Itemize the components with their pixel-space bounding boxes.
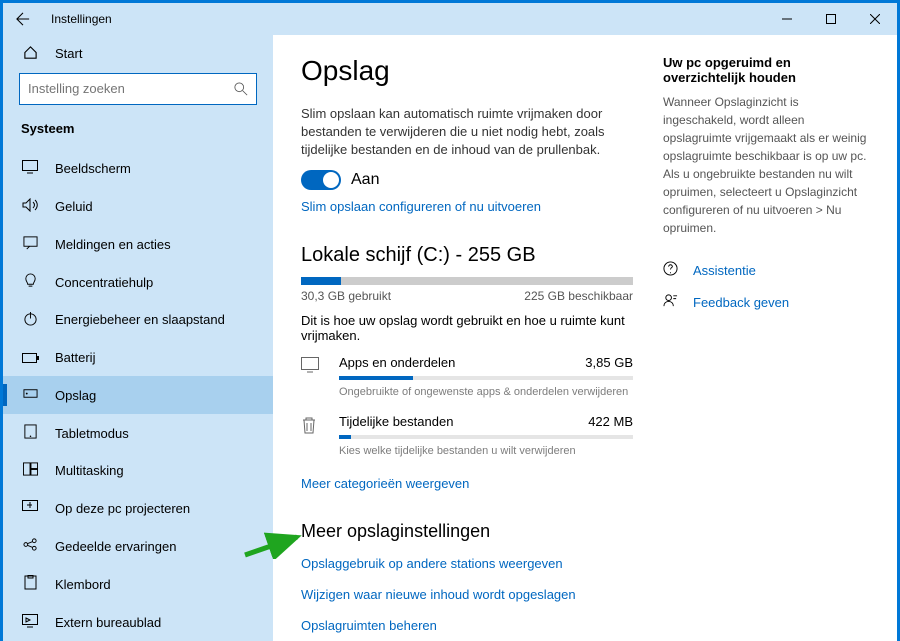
minimize-button[interactable] [765,3,809,35]
help-icon [663,261,681,279]
sidebar-section-header: Systeem [3,117,273,150]
storage-sense-toggle[interactable] [301,170,341,190]
remote-desktop-icon [21,614,39,631]
nav-label: Tabletmodus [55,426,129,441]
clipboard-icon [21,575,39,593]
help-link-label: Assistentie [693,263,756,278]
close-icon [870,14,880,24]
give-feedback-link[interactable]: Feedback geven [663,293,873,311]
link-manage-storage-spaces[interactable]: Opslagruimten beheren [301,618,633,633]
category-name: Tijdelijke bestanden [339,414,453,429]
link-storage-other-drives[interactable]: Opslaggebruik op andere stations weergev… [301,556,633,571]
category-subtext: Ongebruikte of ongewenste apps & onderde… [339,386,633,398]
feedback-link-label: Feedback geven [693,295,789,310]
category-temporary-files[interactable]: Tijdelijke bestanden 422 MB Kies welke t… [301,402,633,461]
window-title: Instellingen [51,12,112,26]
nav-label: Concentratiehulp [55,275,153,290]
maximize-icon [826,14,836,24]
multitasking-icon [21,462,39,479]
sidebar-item-remote-desktop[interactable]: Extern bureaublad [3,603,273,641]
sidebar-item-clipboard[interactable]: Klembord [3,565,273,603]
storage-icon [21,386,39,404]
configure-storage-sense-link[interactable]: Slim opslaan configureren of nu uitvoere… [301,199,541,214]
category-bar [339,376,633,380]
storage-sense-description: Slim opslaan kan automatisch ruimte vrij… [301,105,633,160]
sidebar-item-focus-assist[interactable]: Concentratiehulp [3,263,273,301]
main-content: Opslag Slim opslaan kan automatisch ruim… [273,35,897,641]
trash-icon [301,416,323,439]
apps-icon [301,357,323,378]
projecting-icon [21,500,39,517]
search-input[interactable] [28,81,234,96]
display-icon [21,160,39,177]
nav-label: Gedeelde ervaringen [55,539,176,554]
nav-label: Klembord [55,577,111,592]
sidebar-item-shared-experiences[interactable]: Gedeelde ervaringen [3,528,273,566]
aside-help: Uw pc opgeruimd en overzichtelijk houden… [663,55,873,611]
sidebar-home[interactable]: Start [3,35,273,73]
disk-free-label: 225 GB beschikbaar [524,289,633,303]
notifications-icon [21,235,39,253]
titlebar: Instellingen [3,3,897,35]
home-icon [21,45,39,63]
category-size: 3,85 GB [585,355,633,370]
category-name: Apps en onderdelen [339,355,455,370]
sidebar-home-label: Start [55,46,82,61]
more-storage-settings-heading: Meer opslaginstellingen [301,521,633,542]
sound-icon [21,198,39,215]
sidebar-item-tablet-mode[interactable]: Tabletmodus [3,414,273,452]
feedback-icon [663,293,681,311]
get-help-link[interactable]: Assistentie [663,261,873,279]
sidebar-item-storage[interactable]: Opslag [3,376,273,414]
power-icon [21,311,39,329]
sidebar-item-battery[interactable]: Batterij [3,339,273,377]
disk-used-label: 30,3 GB gebruikt [301,289,391,303]
usage-breakdown-description: Dit is hoe uw opslag wordt gebruikt en h… [301,313,633,343]
maximize-button[interactable] [809,3,853,35]
sidebar-item-projecting[interactable]: Op deze pc projecteren [3,490,273,528]
nav-label: Beeldscherm [55,161,131,176]
toggle-state-label: Aan [351,171,379,189]
category-apps[interactable]: Apps en onderdelen 3,85 GB Ongebruikte o… [301,343,633,402]
nav-label: Op deze pc projecteren [55,501,190,516]
nav-label: Extern bureaublad [55,615,161,630]
tablet-icon [21,424,39,442]
sidebar-item-sound[interactable]: Geluid [3,188,273,226]
category-bar [339,435,633,439]
sidebar-item-power-sleep[interactable]: Energiebeheer en slaapstand [3,301,273,339]
aside-help-title: Uw pc opgeruimd en overzichtelijk houden [663,55,873,85]
nav-label: Meldingen en acties [55,237,171,252]
battery-icon [21,350,39,366]
sidebar-item-notifications[interactable]: Meldingen en acties [3,225,273,263]
settings-window: Instellingen Start [3,3,897,641]
aside-help-body: Wanneer Opslaginzicht is ingeschakeld, w… [663,93,873,237]
back-arrow-icon [16,12,30,26]
nav-label: Multitasking [55,463,124,478]
search-box[interactable] [19,73,257,105]
nav-label: Batterij [55,350,95,365]
shared-experiences-icon [21,537,39,555]
sidebar-item-multitasking[interactable]: Multitasking [3,452,273,490]
sidebar-item-display[interactable]: Beeldscherm [3,150,273,188]
minimize-icon [782,14,792,24]
nav-label: Geluid [55,199,93,214]
disk-usage-bar [301,277,633,285]
local-disk-heading: Lokale schijf (C:) - 255 GB [301,244,633,267]
show-more-categories-link[interactable]: Meer categorieën weergeven [301,476,469,491]
sidebar: Start Systeem Beeldscherm Geluid Melding… [3,35,273,641]
category-subtext: Kies welke tijdelijke bestanden u wilt v… [339,445,633,457]
search-icon [234,82,248,96]
nav-label: Energiebeheer en slaapstand [55,312,225,327]
link-change-new-content-location[interactable]: Wijzigen waar nieuwe inhoud wordt opgesl… [301,587,633,602]
close-button[interactable] [853,3,897,35]
nav-label: Opslag [55,388,96,403]
page-title: Opslag [301,55,633,87]
focus-assist-icon [21,273,39,291]
back-button[interactable] [3,12,43,26]
category-size: 422 MB [588,414,633,429]
